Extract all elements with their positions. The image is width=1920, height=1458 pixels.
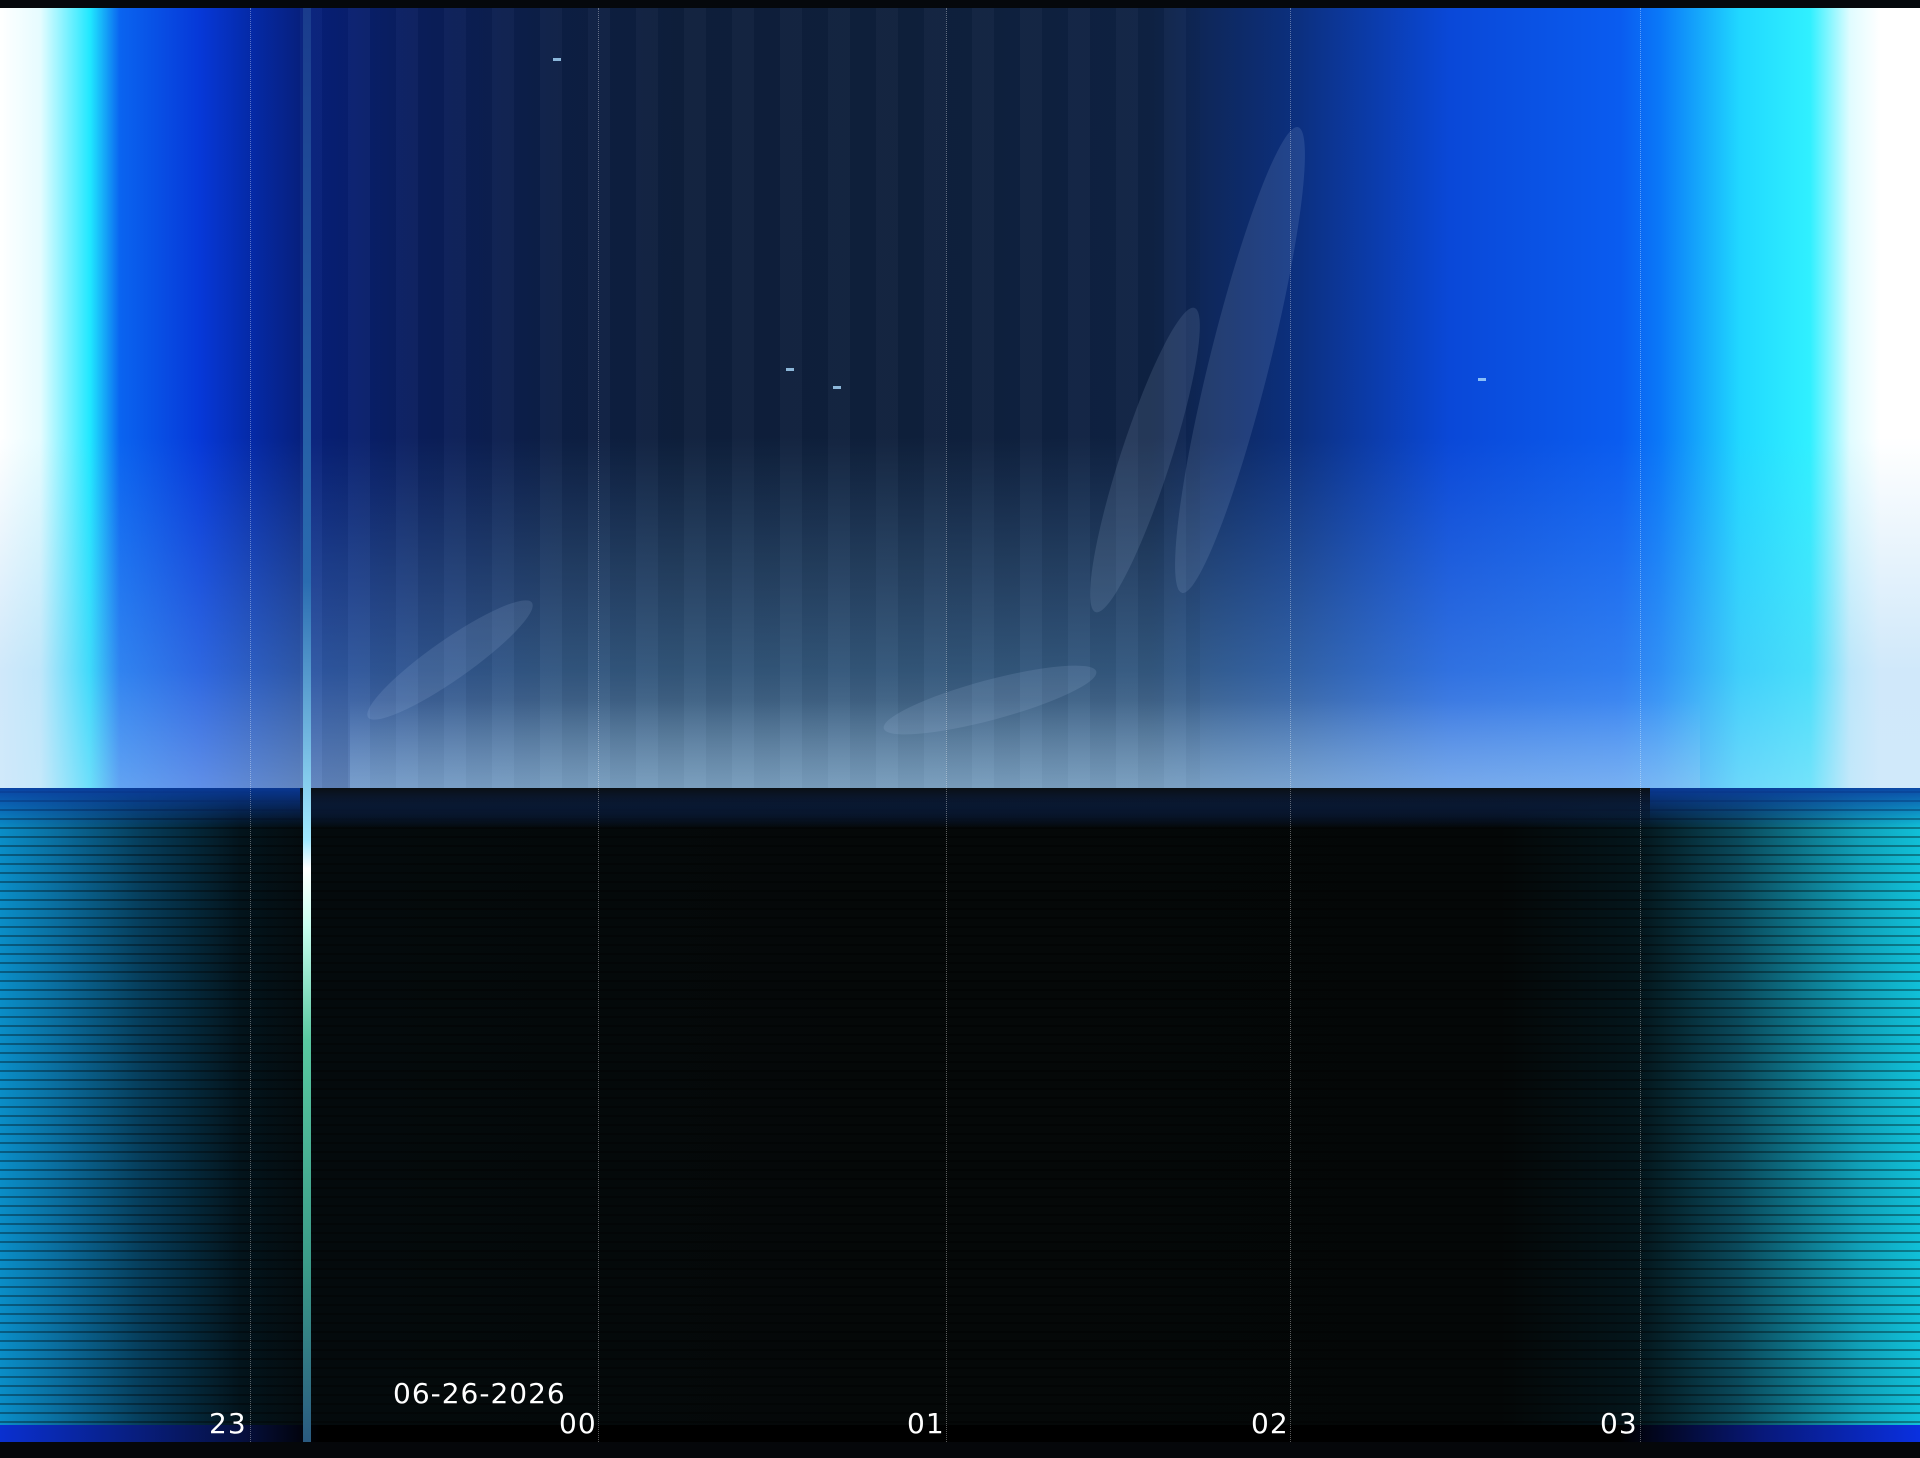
horizon-glow [350,700,1700,788]
hour-tick-label: 01 [907,1407,945,1440]
star-trace [786,368,794,371]
date-label: 06-26-2026 [393,1377,566,1410]
hour-gridline [598,8,599,1442]
bottom-border [0,1442,1920,1458]
hour-tick-label: 03 [1600,1407,1638,1440]
hour-tick-label: 02 [1251,1407,1289,1440]
hour-gridline [946,8,947,1442]
hour-gridline [250,8,251,1442]
ground-region [0,788,1920,1442]
bright-streak [303,8,311,1442]
top-border [0,0,1920,8]
hour-gridline [1290,8,1291,1442]
keogram-image: 06-26-2026 23 00 01 02 03 [0,0,1920,1458]
horizon-edge-dark [300,788,1650,828]
star-trace [553,58,561,61]
hour-tick-label: 00 [559,1407,597,1440]
hour-tick-label: 23 [209,1407,247,1440]
star-trace [833,386,841,389]
hour-gridline [1640,8,1641,1442]
star-trace [1478,378,1486,381]
